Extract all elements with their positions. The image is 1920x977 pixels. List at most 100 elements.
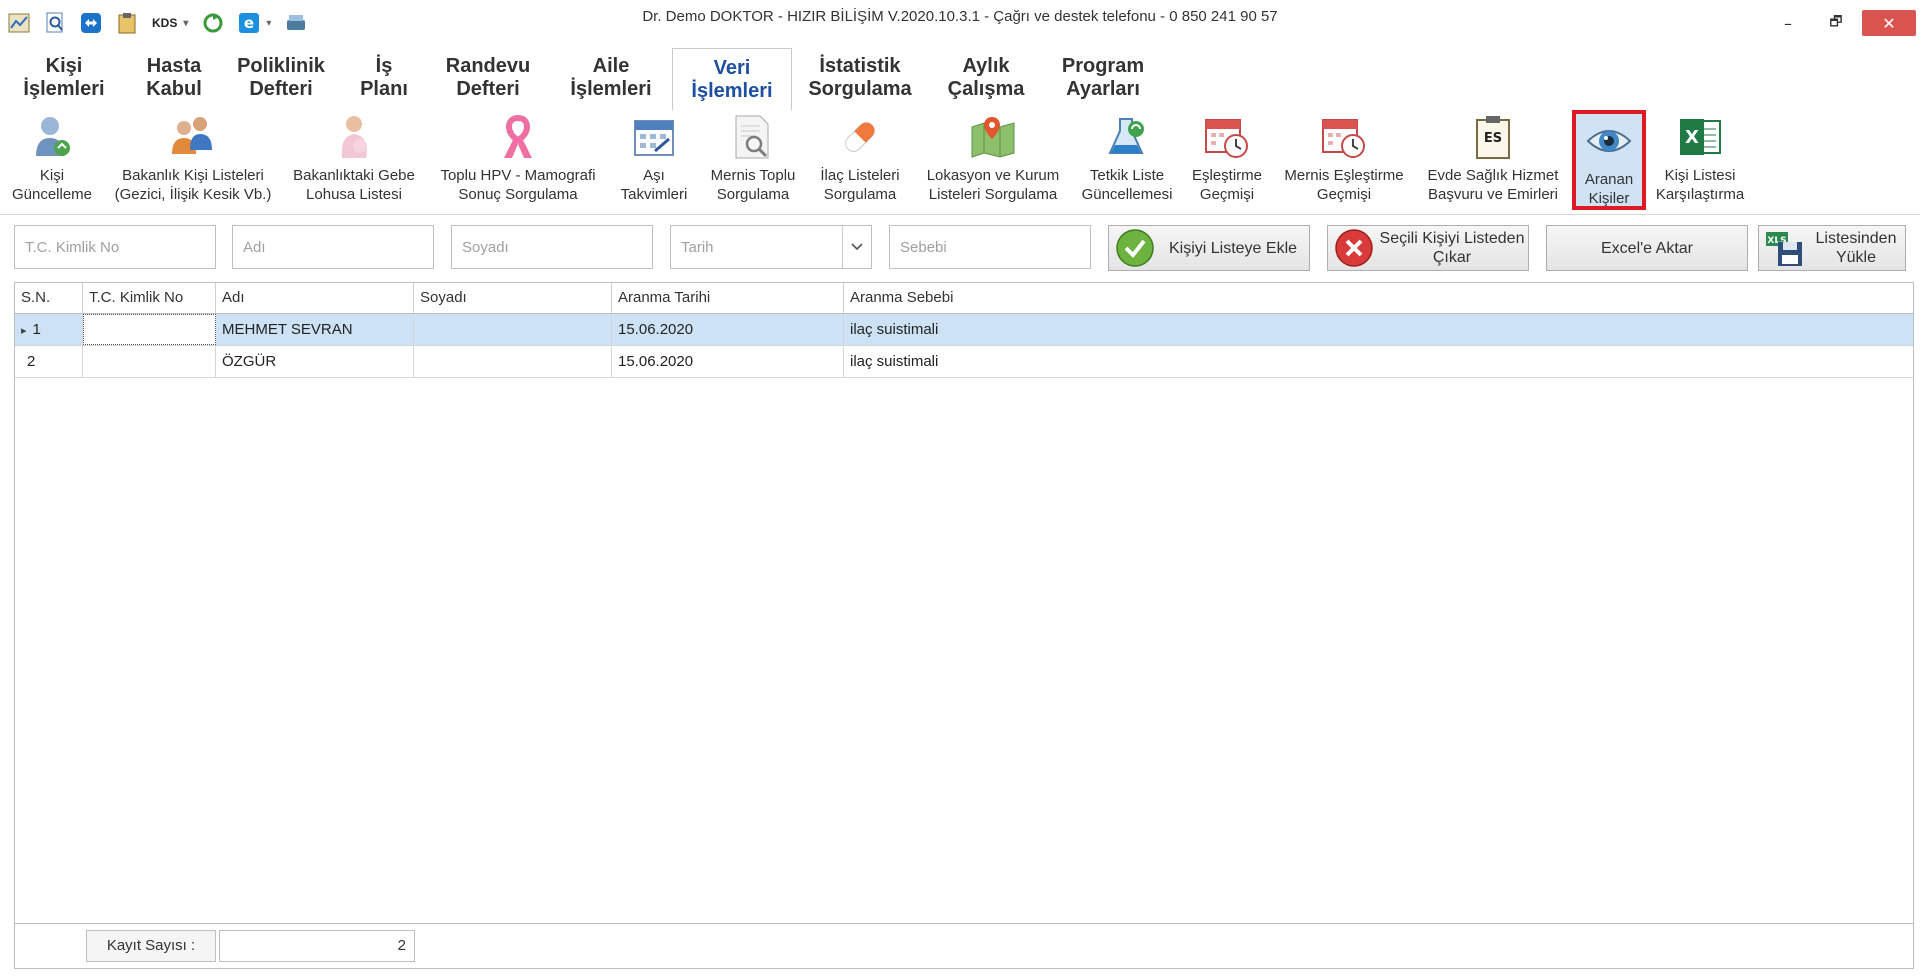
tab-kisi-islemleri[interactable]: Kişi İşlemleri: [8, 48, 120, 108]
tc-cell[interactable]: [83, 346, 216, 377]
ad-field[interactable]: [241, 237, 425, 257]
load-from-list-label: Listesinden Yükle: [1815, 230, 1897, 266]
minimize-button[interactable]: –: [1768, 10, 1808, 36]
column-header-aranma-sebebi[interactable]: Aranma Sebebi: [844, 283, 1913, 313]
export-excel-label: Excel'e Aktar: [1601, 239, 1693, 257]
ribbon-label: Tetkik Liste Güncellemesi: [1081, 167, 1173, 203]
soyad-field[interactable]: [460, 237, 644, 257]
ad-input[interactable]: [232, 225, 434, 269]
ribbon-label: Lokasyon ve Kurum Listeleri Sorgulama: [926, 167, 1060, 203]
tetkik-liste-button[interactable]: Tetkik Liste Güncellemesi: [1076, 114, 1178, 210]
tarih-field[interactable]: [679, 237, 863, 257]
ribbon-tabs: Kişi İşlemleri Hasta Kabul Poliklinik De…: [0, 48, 1920, 111]
evde-saglik-button[interactable]: ES Evde Sağlık Hizmet Başvuru ve Emirler…: [1420, 114, 1566, 210]
row-indicator-icon: ▸: [21, 325, 27, 337]
ribbon-label: Aranan Kişiler: [1584, 171, 1634, 207]
pill-icon: [837, 114, 883, 160]
tab-randevu-defteri[interactable]: Randevu Defteri: [432, 48, 544, 108]
calendar-clock-icon: [1204, 114, 1250, 160]
chevron-down-icon[interactable]: [842, 226, 871, 268]
aranan-kisiler-table: S.N. T.C. Kimlik No Adı Soyadı Aranma Ta…: [14, 282, 1914, 969]
pregnant-woman-icon: [331, 114, 377, 160]
column-header-sn[interactable]: S.N.: [15, 283, 83, 313]
sebep-input[interactable]: [889, 225, 1091, 269]
ad-cell[interactable]: ÖZGÜR: [216, 346, 414, 377]
person-refresh-icon: [29, 114, 75, 160]
record-count-label: Kayıt Sayısı :: [86, 930, 216, 962]
people-group-icon: [170, 114, 216, 160]
remove-from-list-label: Seçili Kişiyi Listeden Çıkar: [1379, 230, 1525, 266]
es-clipboard-icon: ES: [1470, 114, 1516, 160]
asi-takvimleri-button[interactable]: Aşı Takvimleri: [614, 114, 694, 210]
tc-kimlik-field[interactable]: [23, 237, 207, 257]
excel-icon: X: [1677, 114, 1723, 160]
sebep-cell[interactable]: ilaç suistimali: [844, 314, 1913, 345]
tab-is-plani[interactable]: İş Planı: [348, 48, 420, 108]
tab-veri-islemleri[interactable]: Veri İşlemleri: [672, 48, 792, 111]
tab-istatistik-sorgulama[interactable]: İstatistik Sorgulama: [798, 48, 922, 108]
ilac-listeleri-button[interactable]: İlaç Listeleri Sorgulama: [812, 114, 908, 210]
tab-aile-islemleri[interactable]: Aile İşlemleri: [556, 48, 666, 108]
tab-hasta-kabul[interactable]: Hasta Kabul: [128, 48, 220, 108]
gebe-lohusa-listesi-button[interactable]: Bakanlıktaki Gebe Lohusa Listesi: [286, 114, 422, 210]
lokasyon-kurum-button[interactable]: Lokasyon ve Kurum Listeleri Sorgulama: [918, 114, 1068, 210]
pink-ribbon-icon: [495, 114, 541, 160]
restore-button[interactable]: 🗗: [1816, 10, 1856, 36]
mernis-eslestirme-gecmisi-button[interactable]: Mernis Eşleştirme Geçmişi: [1278, 114, 1410, 210]
hpv-mamografi-button[interactable]: Toplu HPV - Mamografi Sonuç Sorgulama: [432, 114, 604, 210]
document-search-icon: [730, 114, 776, 160]
column-header-soyad[interactable]: Soyadı: [414, 283, 612, 313]
tc-kimlik-input[interactable]: [14, 225, 216, 269]
tarih-cell[interactable]: 15.06.2020: [612, 314, 844, 345]
calendar-icon: [631, 114, 677, 160]
record-count-value: 2: [219, 930, 415, 962]
remove-from-list-button[interactable]: Seçili Kişiyi Listeden Çıkar: [1327, 225, 1529, 271]
table-row[interactable]: 2 ÖZGÜR 15.06.2020 ilaç suistimali: [15, 346, 1913, 378]
xls-save-icon: XLS: [1763, 228, 1807, 268]
kisi-listesi-karsilastirma-button[interactable]: X Kişi Listesi Karşılaştırma: [1652, 114, 1748, 210]
map-icon: [970, 114, 1016, 160]
tc-cell[interactable]: [83, 314, 216, 345]
export-excel-button[interactable]: Excel'e Aktar: [1546, 225, 1748, 271]
kisi-guncelleme-button[interactable]: Kişi Güncelleme: [6, 114, 98, 210]
ribbon-label: Aşı Takvimleri: [620, 167, 688, 203]
column-header-ad[interactable]: Adı: [216, 283, 414, 313]
window-title: Dr. Demo DOKTOR - HIZIR BİLİŞİM V.2020.1…: [642, 8, 1278, 25]
tab-program-ayarlari[interactable]: Program Ayarları: [1050, 48, 1156, 108]
column-header-tc[interactable]: T.C. Kimlik No: [83, 283, 216, 313]
soyad-cell[interactable]: [414, 314, 612, 345]
column-header-aranma-tarihi[interactable]: Aranma Tarihi: [612, 283, 844, 313]
eye-icon: [1586, 118, 1632, 164]
tarih-select[interactable]: [670, 225, 872, 269]
ad-cell[interactable]: MEHMET SEVRAN: [216, 314, 414, 345]
tarih-cell[interactable]: 15.06.2020: [612, 346, 844, 377]
tab-poliklinik-defteri[interactable]: Poliklinik Defteri: [228, 48, 334, 108]
mernis-toplu-sorgulama-button[interactable]: Mernis Toplu Sorgulama: [704, 114, 802, 210]
calendar-clock-icon: [1321, 114, 1367, 160]
tab-aylik-calisma[interactable]: Aylık Çalışma: [934, 48, 1038, 108]
title-bar: KDS ▾ e ▾ Dr. Demo DOKTOR - HIZIR BİLİŞİ…: [0, 0, 1920, 44]
row-number-cell: ▸ 1: [15, 314, 83, 345]
add-to-list-button[interactable]: Kişiyi Listeye Ekle: [1108, 225, 1310, 271]
close-button[interactable]: ✕: [1862, 10, 1916, 36]
table-header: S.N. T.C. Kimlik No Adı Soyadı Aranma Ta…: [15, 283, 1913, 314]
eslestirme-gecmisi-button[interactable]: Eşleştirme Geçmişi: [1186, 114, 1268, 210]
load-from-list-button[interactable]: XLS Listesinden Yükle: [1758, 225, 1906, 271]
svg-text:ES: ES: [1484, 131, 1502, 146]
table-row[interactable]: ▸ 1 MEHMET SEVRAN 15.06.2020 ilaç suistim…: [15, 314, 1913, 346]
lab-refresh-icon: [1104, 114, 1150, 160]
green-check-icon: [1113, 228, 1157, 268]
ribbon-label: İlaç Listeleri Sorgulama: [820, 167, 900, 203]
bakanlik-kisi-listeleri-button[interactable]: Bakanlık Kişi Listeleri (Gezici, İlişik …: [108, 114, 278, 210]
ribbon-label: Kişi Listesi Karşılaştırma: [1655, 167, 1745, 203]
table-footer: Kayıt Sayısı : 2: [15, 923, 1913, 968]
soyad-cell[interactable]: [414, 346, 612, 377]
svg-text:X: X: [1685, 127, 1699, 148]
soyad-input[interactable]: [451, 225, 653, 269]
sebep-cell[interactable]: ilaç suistimali: [844, 346, 1913, 377]
aranan-kisiler-button[interactable]: Aranan Kişiler: [1572, 110, 1646, 210]
ribbon-label: Toplu HPV - Mamografi Sonuç Sorgulama: [440, 167, 596, 203]
ribbon-label: Mernis Eşleştirme Geçmişi: [1284, 167, 1404, 203]
sebep-field[interactable]: [898, 237, 1082, 257]
ribbon-label: Bakanlıktaki Gebe Lohusa Listesi: [293, 167, 415, 203]
